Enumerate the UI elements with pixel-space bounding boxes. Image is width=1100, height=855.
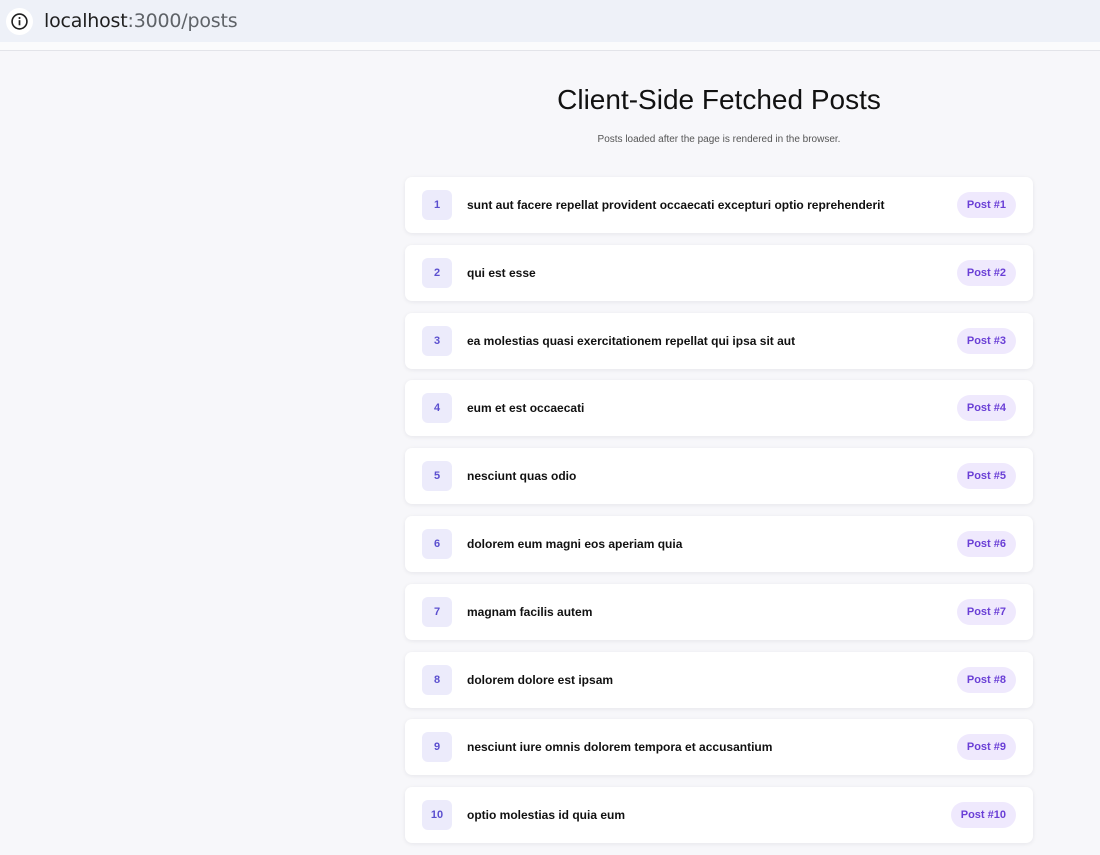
post-title: dolorem dolore est ipsam	[467, 672, 614, 687]
post-number: 5	[422, 461, 452, 492]
url-host: localhost	[44, 10, 128, 32]
post-card[interactable]: 10 optio molestias id quia eum Post #10	[405, 787, 1033, 844]
post-title: nesciunt iure omnis dolorem tempora et a…	[467, 740, 773, 755]
post-card[interactable]: 4 eum et est occaecati Post #4	[405, 380, 1033, 437]
toolbar-divider	[0, 42, 1100, 51]
post-number: 2	[422, 257, 452, 288]
post-card[interactable]: 8 dolorem dolore est ipsam Post #8	[405, 651, 1033, 708]
page-title: Client-Side Fetched Posts	[557, 84, 881, 115]
post-title: eum et est occaecati	[467, 401, 585, 416]
post-badge: Post #4	[956, 395, 1016, 422]
post-badge: Post #2	[956, 259, 1016, 286]
post-title: ea molestias quasi exercitationem repell…	[467, 333, 796, 348]
post-badge: Post #5	[956, 463, 1016, 490]
post-badge: Post #1	[956, 192, 1016, 218]
post-badge: Post #10	[950, 802, 1016, 829]
post-badge: Post #9	[956, 734, 1016, 761]
post-badge: Post #3	[956, 327, 1016, 354]
post-title: sunt aut facere repellat provident occae…	[467, 198, 885, 212]
post-title: nesciunt quas odio	[467, 469, 577, 484]
post-card[interactable]: 6 dolorem eum magni eos aperiam quia Pos…	[405, 515, 1033, 572]
post-card[interactable]: 2 qui est esse Post #2	[405, 244, 1033, 301]
post-number: 1	[422, 190, 452, 220]
post-card[interactable]: 5 nesciunt quas odio Post #5	[405, 448, 1033, 505]
address-bar[interactable]: localhost:3000/posts	[0, 0, 1100, 42]
post-badge: Post #7	[956, 598, 1016, 625]
post-number: 9	[422, 732, 452, 763]
post-title: qui est esse	[467, 265, 536, 280]
post-number: 3	[422, 325, 452, 356]
url-text[interactable]: localhost:3000/posts	[44, 10, 238, 32]
post-title: magnam facilis autem	[467, 604, 593, 619]
post-title: optio molestias id quia eum	[467, 808, 626, 823]
post-number: 6	[422, 528, 452, 559]
post-card[interactable]: 7 magnam facilis autem Post #7	[405, 583, 1033, 640]
post-card[interactable]: 1 sunt aut facere repellat provident occ…	[405, 177, 1033, 233]
post-number: 10	[422, 800, 452, 831]
page-subtitle: Posts loaded after the page is rendered …	[597, 134, 841, 145]
post-number: 8	[422, 664, 452, 695]
post-title: dolorem eum magni eos aperiam quia	[467, 536, 683, 551]
post-card[interactable]: 3 ea molestias quasi exercitationem repe…	[405, 312, 1033, 369]
url-path: :3000/posts	[127, 10, 238, 32]
info-circle-icon[interactable]	[6, 7, 33, 35]
post-list: 1 sunt aut facere repellat provident occ…	[405, 177, 1033, 855]
post-number: 7	[422, 596, 452, 627]
post-badge: Post #6	[956, 530, 1016, 557]
post-number: 4	[422, 393, 452, 424]
post-card[interactable]: 9 nesciunt iure omnis dolorem tempora et…	[405, 719, 1033, 776]
post-badge: Post #8	[956, 666, 1016, 693]
